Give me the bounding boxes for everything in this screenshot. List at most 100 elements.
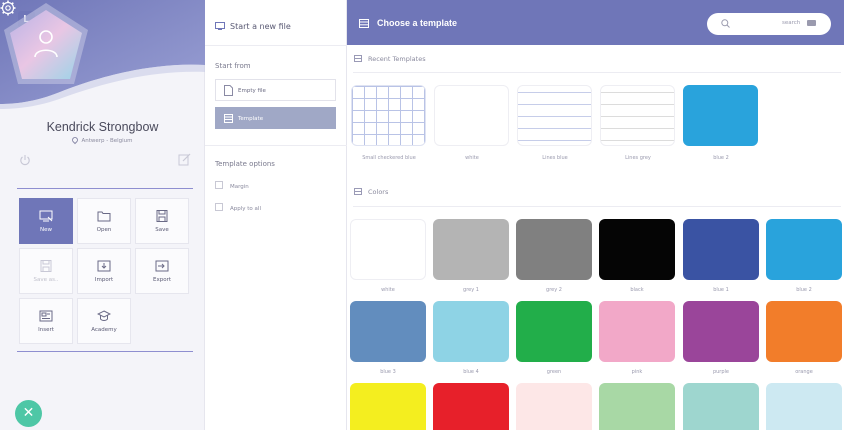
recent-templates-heading: Recent Templates [354,55,426,63]
floppy-as-icon [40,260,52,272]
color-swatch[interactable] [766,301,842,362]
margin-checkbox-box[interactable] [215,181,223,189]
close-icon: ✕ [22,405,35,421]
close-fab-button[interactable]: ✕ [15,400,42,427]
save-as-button[interactable]: Save as.. [19,248,73,294]
academy-button-label: Academy [91,327,117,333]
margin-checkbox[interactable]: Margin [215,181,249,192]
power-icon[interactable] [19,154,31,166]
color-swatch[interactable] [433,383,509,430]
template-grid-icon [359,19,369,28]
academy-button[interactable]: Academy [77,298,131,344]
color-swatch[interactable] [350,301,426,362]
search-icon [721,19,730,28]
import-button[interactable]: Import [77,248,131,294]
color-swatch-label: purple [712,369,730,375]
recent-template-label: Lines blue [542,155,568,161]
color-swatch[interactable] [599,219,675,280]
import-button-label: Import [94,277,114,283]
recent-template-card[interactable] [434,85,509,146]
recent-template-label: Lines grey [625,155,651,161]
apply-to-all-checkbox[interactable]: Apply to all [215,203,261,214]
folder-icon [97,211,111,222]
start-from-label: Start from [215,62,251,70]
recent-divider [353,72,841,73]
color-swatch[interactable] [516,383,592,430]
color-swatch-label: green [546,369,562,375]
new-button-label: New [40,227,52,233]
open-button[interactable]: Open [77,198,131,244]
recent-template-label: Small checkered blue [362,155,416,161]
color-swatch[interactable] [433,301,509,362]
color-swatch[interactable] [683,301,759,362]
graduation-cap-icon [97,310,111,321]
color-swatch-label: blue 2 [796,287,812,293]
profile-header: L [0,0,205,130]
edit-icon[interactable] [178,153,191,166]
recent-templates-label: Recent Templates [368,55,426,63]
color-swatch-label: blue 4 [463,369,479,375]
keyboard-icon[interactable] [807,20,816,26]
page-title: Choose a template [377,18,458,28]
new-file-heading-text: Start a new file [230,22,291,31]
color-swatch[interactable] [516,219,592,280]
new-file-panel: Start a new file Start from Empty file T… [205,0,347,430]
template-icon [224,114,233,123]
recent-template-card[interactable] [683,85,758,146]
user-location: Antwerp - Belgium [0,135,205,145]
color-swatch-label: grey 1 [463,287,479,293]
empty-file-option[interactable]: Empty file [215,79,336,101]
color-swatch[interactable] [599,383,675,430]
color-swatch-label: pink [631,369,643,375]
template-chooser-header: Choose a template search [347,0,844,45]
recent-template-label: blue 2 [713,155,729,161]
margin-checkbox-label: Margin [230,184,249,190]
recent-template-card[interactable] [600,85,675,146]
middle-divider [205,45,347,46]
color-swatch-label: orange [795,369,813,375]
export-button-label: Export [152,277,171,283]
colors-divider [353,206,841,207]
new-file-heading: Start a new file [215,22,291,31]
color-swatch[interactable] [516,301,592,362]
save-button-label: Save [155,227,169,233]
color-swatch[interactable] [350,383,426,430]
color-swatch[interactable] [599,301,675,362]
middle-divider-2 [205,145,347,146]
user-location-text: Antwerp - Belgium [81,138,133,144]
color-swatch-label: blue 1 [713,287,729,293]
location-pin-icon [71,135,80,145]
recent-templates-icon [354,55,362,62]
color-swatch[interactable] [350,219,426,280]
open-button-label: Open [96,227,112,233]
new-button[interactable]: New [19,198,73,244]
sidebar-divider-bottom [17,351,193,352]
export-button[interactable]: Export [135,248,189,294]
apply-to-all-checkbox-box[interactable] [215,203,223,211]
color-swatch[interactable] [766,383,842,430]
color-swatch[interactable] [766,219,842,280]
insert-icon [39,310,53,322]
document-icon [224,85,233,96]
app-window: L [0,0,844,430]
color-swatch-label: blue 3 [380,369,396,375]
search-input[interactable]: search [707,13,831,35]
colors-label: Colors [368,188,389,196]
color-swatch[interactable] [433,219,509,280]
recent-template-card[interactable] [351,85,426,146]
save-button[interactable]: Save [135,198,189,244]
color-swatch[interactable] [683,383,759,430]
recent-template-card[interactable] [517,85,592,146]
apply-to-all-checkbox-label: Apply to all [230,206,261,212]
recent-template-label: white [465,155,479,161]
colors-icon [354,188,362,195]
export-icon [155,260,169,272]
insert-button[interactable]: Insert [19,298,73,344]
avatar[interactable] [0,0,92,88]
color-swatch[interactable] [683,219,759,280]
save-as-button-label: Save as.. [33,277,59,283]
import-icon [97,260,111,272]
colors-heading: Colors [354,188,389,196]
template-option[interactable]: Template [215,107,336,129]
template-chooser: Choose a template search Recent Template… [347,0,844,430]
